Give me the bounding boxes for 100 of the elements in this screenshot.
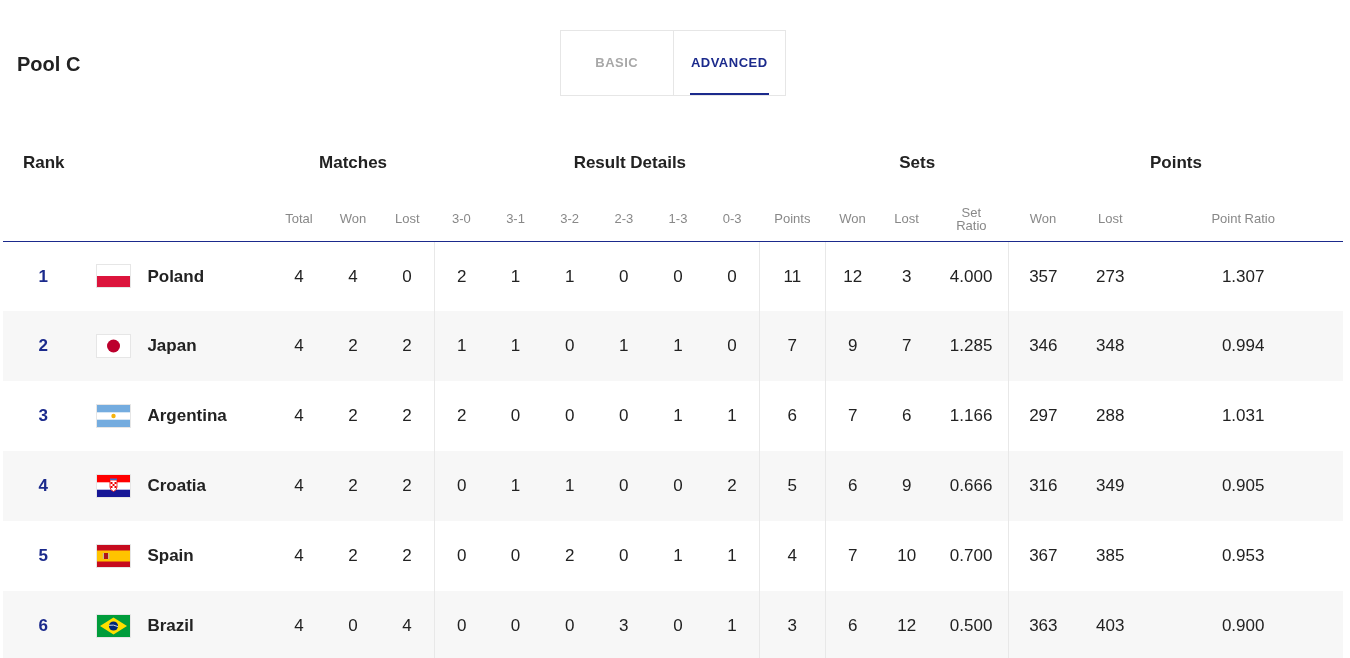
rank-number: 1 bbox=[38, 266, 48, 286]
table-cell: 0.994 bbox=[1221, 336, 1265, 356]
table-cell: 0 bbox=[510, 546, 521, 566]
table-cell: 1 bbox=[510, 476, 521, 496]
rank-number: 2 bbox=[38, 336, 48, 356]
table-cell: 7 bbox=[787, 336, 798, 356]
table-cell: 0 bbox=[564, 616, 575, 636]
table-cell: 6 bbox=[787, 406, 798, 426]
table-cell: 0 bbox=[456, 476, 467, 496]
table-cell: 357 bbox=[1029, 266, 1058, 286]
table-cell: 2 bbox=[402, 546, 412, 566]
table-cell: 0 bbox=[673, 266, 683, 286]
table-cell: 0 bbox=[510, 406, 521, 426]
table-cell: 1.307 bbox=[1221, 266, 1265, 286]
table-cell: 0 bbox=[727, 336, 737, 356]
table-cell: 0.953 bbox=[1221, 546, 1265, 566]
table-cell: 288 bbox=[1096, 406, 1125, 426]
column-header: 0-3 bbox=[722, 211, 742, 227]
team-name: Japan bbox=[147, 336, 197, 356]
team-name: Brazil bbox=[147, 616, 194, 636]
table-cell: 1 bbox=[673, 546, 683, 566]
table-cell: 4 bbox=[294, 476, 304, 496]
column-header: Lost bbox=[394, 211, 420, 227]
table-cell: 6 bbox=[848, 476, 858, 496]
table-cell: 1 bbox=[727, 546, 737, 566]
table-cell: 0.700 bbox=[949, 546, 993, 566]
table-cell: 0.666 bbox=[949, 476, 993, 496]
table-cell: 403 bbox=[1096, 616, 1125, 636]
table-cell: 0 bbox=[564, 406, 575, 426]
table-cell: 0 bbox=[510, 616, 521, 636]
table-cell: 1 bbox=[564, 476, 575, 496]
table-cell: 0 bbox=[564, 336, 575, 356]
table-cell: 0 bbox=[673, 616, 683, 636]
table-cell: 3 bbox=[787, 616, 798, 636]
column-header: 1-3 bbox=[668, 211, 688, 227]
table-cell: 3 bbox=[619, 616, 629, 636]
table-cell: 367 bbox=[1029, 546, 1058, 566]
table-cell: 4 bbox=[294, 616, 304, 636]
table-cell: 2 bbox=[564, 546, 575, 566]
table-cell: 0 bbox=[619, 406, 629, 426]
table-cell: 1.285 bbox=[949, 336, 993, 356]
flag-icon bbox=[95, 334, 131, 358]
table-cell: 2 bbox=[348, 406, 358, 426]
group-header: Points bbox=[1150, 153, 1202, 173]
flag-icon bbox=[95, 404, 131, 428]
table-cell: 0 bbox=[619, 476, 629, 496]
table-cell: 1.166 bbox=[949, 406, 993, 426]
table-cell: 0.500 bbox=[949, 616, 993, 636]
table-cell: 5 bbox=[787, 476, 798, 496]
flag-icon bbox=[95, 474, 131, 498]
table-cell: 1 bbox=[727, 616, 737, 636]
column-header: Won bbox=[839, 211, 866, 227]
column-header: 2-3 bbox=[614, 211, 634, 227]
flag-icon bbox=[95, 264, 131, 289]
table-cell: 348 bbox=[1096, 336, 1125, 356]
table-cell: 12 bbox=[897, 616, 917, 636]
column-header: Lost bbox=[1097, 211, 1123, 227]
table-cell: 4 bbox=[294, 336, 304, 356]
column-header: 3-0 bbox=[451, 211, 471, 227]
table-cell: 9 bbox=[901, 476, 912, 496]
flag-icon bbox=[95, 614, 131, 638]
table-cell: 7 bbox=[848, 406, 858, 426]
table-cell: 1 bbox=[510, 336, 521, 356]
table-cell: 10 bbox=[897, 546, 917, 566]
table-cell: 316 bbox=[1029, 476, 1058, 496]
column-header: Set Ratio bbox=[955, 205, 988, 233]
table-cell: 0.905 bbox=[1221, 476, 1265, 496]
table-cell: 2 bbox=[727, 476, 737, 496]
table-cell: 2 bbox=[348, 336, 358, 356]
team-name: Poland bbox=[147, 266, 205, 286]
table-cell: 349 bbox=[1096, 476, 1125, 496]
column-header: 3-2 bbox=[560, 211, 580, 227]
rank-number: 6 bbox=[38, 616, 48, 636]
table-cell: 0 bbox=[402, 266, 412, 286]
table-cell: 0 bbox=[456, 616, 467, 636]
table-cell: 1 bbox=[456, 336, 467, 356]
table-cell: 4 bbox=[348, 266, 358, 286]
table-cell: 0 bbox=[727, 266, 737, 286]
team-name: Spain bbox=[147, 546, 194, 566]
table-cell: 2 bbox=[456, 266, 467, 286]
column-header: Points bbox=[774, 211, 811, 227]
group-header: Sets bbox=[899, 153, 936, 173]
table-cell: 4 bbox=[402, 616, 412, 636]
column-header: 3-1 bbox=[506, 211, 525, 227]
group-header: Rank bbox=[23, 153, 65, 173]
table-cell: 2 bbox=[402, 476, 412, 496]
table-cell: 4 bbox=[294, 266, 304, 286]
table-cell: 2 bbox=[348, 476, 358, 496]
table-cell: 385 bbox=[1096, 546, 1125, 566]
table-cell: 273 bbox=[1096, 266, 1125, 286]
rank-number: 5 bbox=[38, 546, 48, 566]
table-cell: 297 bbox=[1029, 406, 1058, 426]
table-cell: 6 bbox=[848, 616, 858, 636]
table-cell: 4 bbox=[787, 546, 798, 566]
pool-title: Pool C bbox=[17, 52, 81, 76]
table-cell: 4 bbox=[294, 546, 304, 566]
table-cell: 1.031 bbox=[1221, 406, 1265, 426]
table-cell: 0 bbox=[456, 546, 467, 566]
table-cell: 1 bbox=[673, 336, 683, 356]
column-header: Lost bbox=[894, 211, 919, 227]
